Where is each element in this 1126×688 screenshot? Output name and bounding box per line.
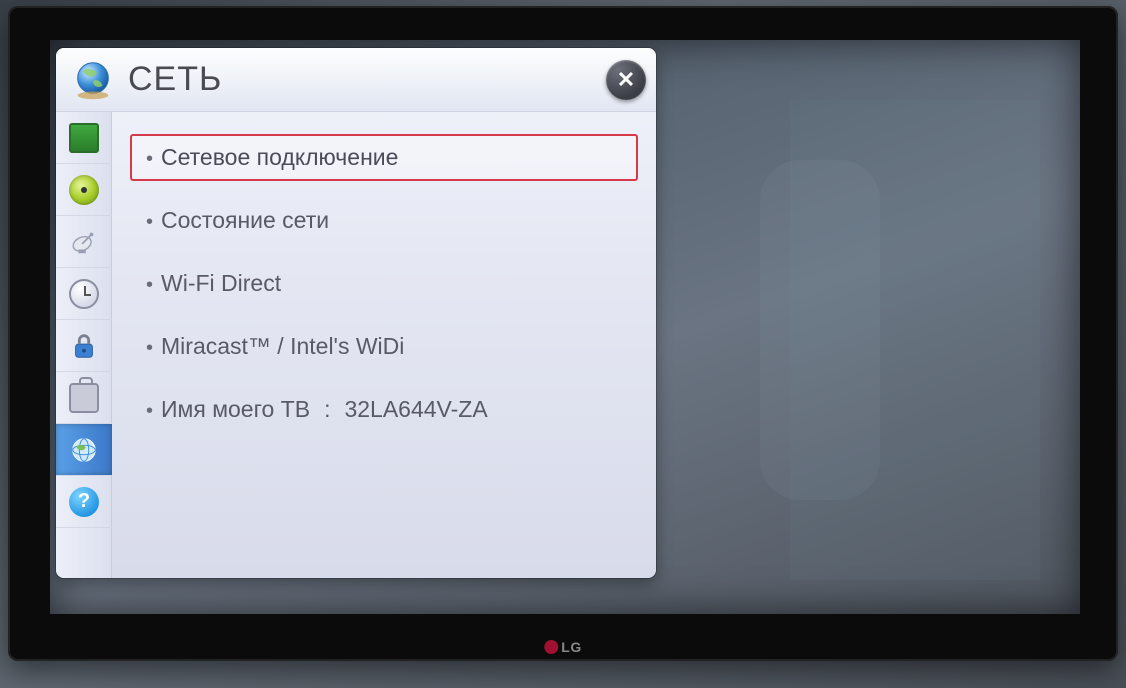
panel-header: СЕТЬ ✕ bbox=[56, 48, 656, 112]
menu-item-label: Состояние сети bbox=[161, 207, 329, 234]
menu-item-label: Miracast™ / Intel's WiDi bbox=[161, 333, 404, 360]
bullet-icon: • bbox=[146, 400, 153, 423]
network-settings-panel: СЕТЬ ✕ bbox=[56, 48, 656, 578]
tv-name-value: 32LA644V-ZA bbox=[344, 396, 487, 423]
bullet-icon: • bbox=[146, 274, 153, 297]
tv-icon bbox=[69, 123, 99, 153]
menu-item-label: Имя моего ТВ bbox=[161, 396, 310, 423]
lock-icon bbox=[69, 331, 99, 361]
menu-item-network-connection[interactable]: • Сетевое подключение bbox=[130, 134, 638, 181]
sidebar-item-lock[interactable] bbox=[56, 320, 112, 372]
sidebar-item-time[interactable] bbox=[56, 268, 112, 320]
briefcase-icon bbox=[69, 383, 99, 413]
sidebar-item-channel[interactable] bbox=[56, 216, 112, 268]
tv-brand-logo: LG bbox=[544, 639, 581, 655]
menu-item-tv-name[interactable]: • Имя моего ТВ : 32LA644V-ZA bbox=[130, 386, 638, 433]
sidebar-item-option[interactable] bbox=[56, 372, 112, 424]
separator: : bbox=[324, 396, 330, 423]
menu-item-miracast[interactable]: • Miracast™ / Intel's WiDi bbox=[130, 323, 638, 370]
panel-body: ? • Сетевое подключение • Состояние сети… bbox=[56, 112, 656, 578]
globe-icon bbox=[70, 57, 116, 103]
tv-screen: СЕТЬ ✕ bbox=[50, 40, 1080, 614]
globe-icon bbox=[69, 435, 99, 465]
close-button[interactable]: ✕ bbox=[606, 60, 646, 100]
settings-sidebar: ? bbox=[56, 112, 112, 578]
lg-logo-icon bbox=[544, 640, 558, 654]
menu-item-label: Сетевое подключение bbox=[161, 144, 398, 171]
sidebar-item-support[interactable]: ? bbox=[56, 476, 112, 528]
bullet-icon: • bbox=[146, 337, 153, 360]
disc-icon bbox=[69, 175, 99, 205]
close-icon: ✕ bbox=[617, 67, 635, 93]
tv-bezel: СЕТЬ ✕ bbox=[8, 6, 1118, 661]
menu-item-network-status[interactable]: • Состояние сети bbox=[130, 197, 638, 244]
lg-logo-text: LG bbox=[561, 639, 581, 655]
bullet-icon: • bbox=[146, 211, 153, 234]
panel-title: СЕТЬ bbox=[128, 60, 222, 99]
bullet-icon: • bbox=[146, 148, 153, 171]
sidebar-item-audio[interactable] bbox=[56, 164, 112, 216]
clock-icon bbox=[69, 279, 99, 309]
sidebar-item-network[interactable] bbox=[56, 424, 112, 476]
sidebar-item-picture[interactable] bbox=[56, 112, 112, 164]
menu-content: • Сетевое подключение • Состояние сети •… bbox=[112, 112, 656, 578]
help-icon: ? bbox=[69, 487, 99, 517]
menu-item-label: Wi-Fi Direct bbox=[161, 270, 281, 297]
reflection bbox=[760, 160, 880, 500]
menu-item-wifi-direct[interactable]: • Wi-Fi Direct bbox=[130, 260, 638, 307]
satellite-icon bbox=[69, 227, 99, 257]
